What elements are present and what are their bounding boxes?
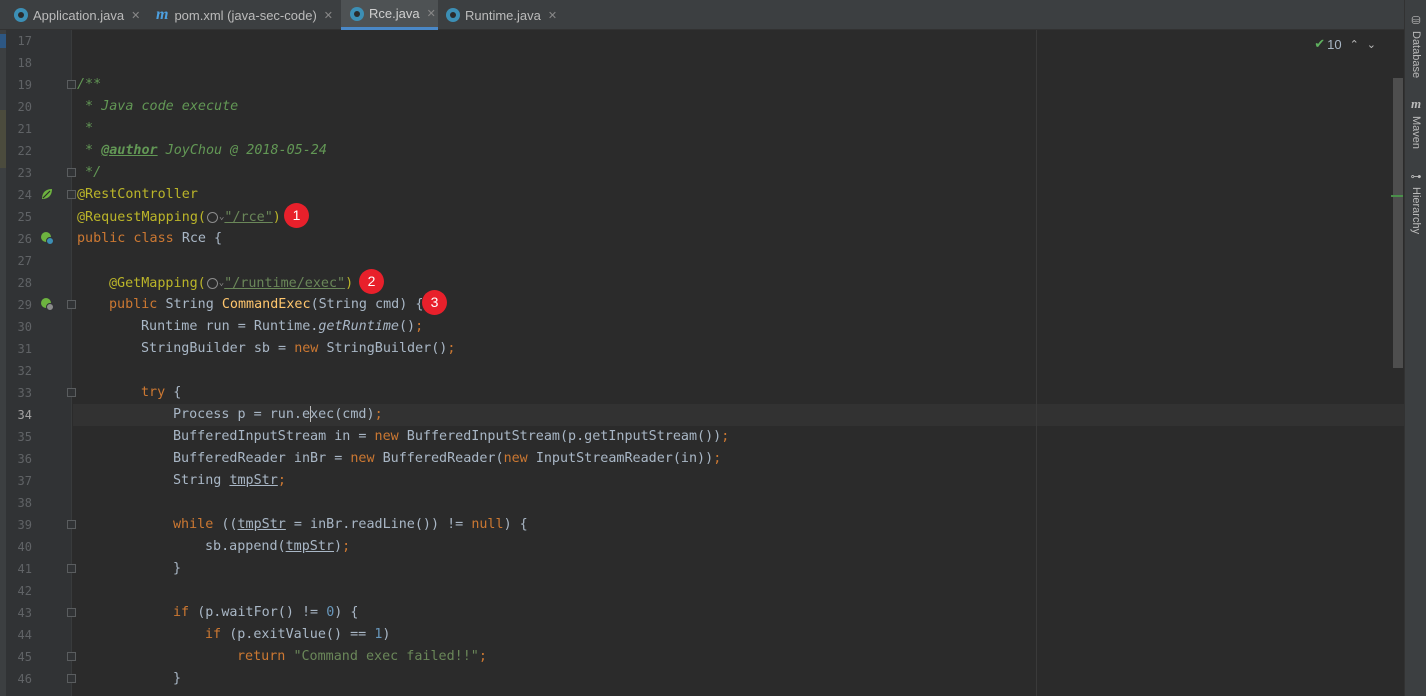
editor-tab-bar: Application.java ✕ m pom.xml (java-sec-c… — [0, 0, 1404, 30]
java-class-icon — [350, 6, 364, 21]
line-number-gutter: 17 18 19 20 21 22 23 24 25 26 27 28 29 3… — [6, 30, 76, 696]
tab-label: Application.java — [33, 7, 125, 23]
tab-pom-xml[interactable]: m pom.xml (java-sec-code) ✕ — [156, 0, 333, 30]
line-number: 18 — [17, 56, 32, 70]
java-class-icon — [14, 8, 28, 22]
chevron-up-icon[interactable]: ⌃ — [1350, 38, 1359, 51]
code-line-21: * — [77, 121, 94, 136]
code-line-43: if (p.waitFor() != 0) { — [173, 605, 359, 620]
line-number: 29 — [17, 298, 32, 312]
line-number: 33 — [17, 386, 32, 400]
close-icon[interactable]: ✕ — [548, 9, 557, 22]
code-line-20: * Java code execute — [77, 99, 239, 114]
code-editor[interactable]: /** * Java code execute * * @author JoyC… — [73, 30, 1404, 696]
line-number: 41 — [17, 562, 32, 576]
annotation-marker-3: 3 — [422, 290, 447, 315]
globe-icon[interactable] — [206, 277, 218, 289]
tool-label: Hierarchy — [1410, 187, 1422, 235]
scroll-change-marker — [1391, 195, 1403, 197]
code-line-29: public String CommandExec(String cmd) { — [109, 297, 424, 312]
inspection-count: 10 — [1327, 36, 1342, 52]
tab-rce-java[interactable]: Rce.java ✕ — [341, 0, 438, 30]
code-line-35: BufferedInputStream in = new BufferedInp… — [173, 429, 730, 444]
tool-label: Database — [1410, 31, 1422, 79]
line-number: 26 — [17, 232, 32, 246]
code-line-22: * @author JoyChou @ 2018-05-24 — [77, 143, 327, 158]
line-number: 32 — [17, 364, 32, 378]
line-number: 36 — [17, 452, 32, 466]
close-icon[interactable]: ✕ — [131, 9, 140, 22]
hierarchy-icon: ⊶ — [1410, 171, 1422, 183]
tab-label: pom.xml (java-sec-code) — [174, 7, 317, 23]
inspection-widget[interactable]: ✔ 10 ⌃ ⌄ — [1314, 36, 1376, 52]
close-icon[interactable]: ✕ — [324, 9, 333, 22]
java-class-icon — [446, 8, 460, 22]
code-line-30: Runtime run = Runtime.getRuntime(); — [141, 319, 424, 334]
code-line-46: } — [173, 671, 182, 686]
code-line-24: @RestController — [77, 187, 198, 202]
tab-label: Rce.java — [369, 6, 420, 21]
line-number: 42 — [17, 584, 32, 598]
right-tool-strip: ⛁ Database m Maven ⊶ Hierarchy — [1404, 0, 1426, 696]
line-number: 17 — [17, 34, 32, 48]
code-line-41: } — [173, 561, 182, 576]
code-line-23: */ — [77, 165, 102, 180]
line-number: 30 — [17, 320, 32, 334]
tab-application-java[interactable]: Application.java ✕ — [14, 0, 140, 30]
line-number: 35 — [17, 430, 32, 444]
code-line-25: @RequestMapping(⌄"/rce") — [77, 210, 281, 225]
tool-window-database[interactable]: ⛁ Database — [1409, 14, 1423, 78]
tab-label: Runtime.java — [465, 7, 541, 23]
line-number: 31 — [17, 342, 32, 356]
maven-icon: m — [156, 6, 169, 23]
line-number: 39 — [17, 518, 32, 532]
annotation-marker-2: 2 — [359, 269, 384, 294]
current-line-number: 34 — [17, 408, 32, 422]
close-icon[interactable]: ✕ — [427, 7, 436, 20]
code-line-37: String tmpStr; — [173, 473, 286, 488]
line-number: 28 — [17, 276, 32, 290]
right-margin-guide — [1036, 30, 1037, 696]
code-line-40: sb.append(tmpStr); — [205, 539, 351, 554]
line-number: 37 — [17, 474, 32, 488]
tool-window-hierarchy[interactable]: ⊶ Hierarchy — [1409, 170, 1423, 234]
line-number: 22 — [17, 144, 32, 158]
line-number: 40 — [17, 540, 32, 554]
web-endpoint-icon[interactable] — [40, 297, 54, 311]
code-line-39: while ((tmpStr = inBr.readLine()) != nul… — [173, 517, 528, 532]
code-line-31: StringBuilder sb = new StringBuilder(); — [141, 341, 456, 356]
line-number: 43 — [17, 606, 32, 620]
tab-runtime-java[interactable]: Runtime.java ✕ — [446, 0, 557, 30]
line-number: 19 — [17, 78, 32, 92]
line-number: 24 — [17, 188, 32, 202]
spring-bean-icon[interactable] — [40, 187, 54, 201]
globe-icon[interactable] — [207, 211, 218, 223]
line-number: 27 — [17, 254, 32, 268]
chevron-down-icon[interactable]: ⌄ — [1367, 38, 1376, 51]
tool-window-maven[interactable]: m Maven — [1409, 96, 1423, 149]
line-number: 20 — [17, 100, 32, 114]
line-number: 23 — [17, 166, 32, 180]
check-icon: ✔ — [1314, 36, 1326, 51]
code-line-28: @GetMapping(⌄"/runtime/exec") — [109, 276, 354, 291]
annotation-marker-1: 1 — [284, 203, 309, 228]
line-number: 45 — [17, 650, 32, 664]
line-number: 46 — [17, 672, 32, 686]
database-icon: ⛁ — [1411, 15, 1421, 27]
code-line-44: if (p.exitValue() == 1) — [205, 627, 391, 642]
web-endpoint-icon[interactable] — [40, 231, 54, 245]
code-line-34: Process p = run.exec(cmd); — [173, 406, 383, 422]
line-number: 44 — [17, 628, 32, 642]
code-line-33: try { — [141, 385, 182, 400]
line-number: 25 — [17, 210, 32, 224]
code-line-26: public class Rce { — [77, 231, 223, 246]
tool-label: Maven — [1410, 116, 1422, 150]
code-line-36: BufferedReader inBr = new BufferedReader… — [173, 451, 722, 466]
line-number: 38 — [17, 496, 32, 510]
vertical-scrollbar[interactable] — [1393, 78, 1403, 368]
code-line-45: return "Command exec failed!!"; — [237, 649, 487, 664]
code-line-19: /** — [77, 77, 102, 92]
line-number: 21 — [17, 122, 32, 136]
maven-icon: m — [1410, 96, 1422, 111]
